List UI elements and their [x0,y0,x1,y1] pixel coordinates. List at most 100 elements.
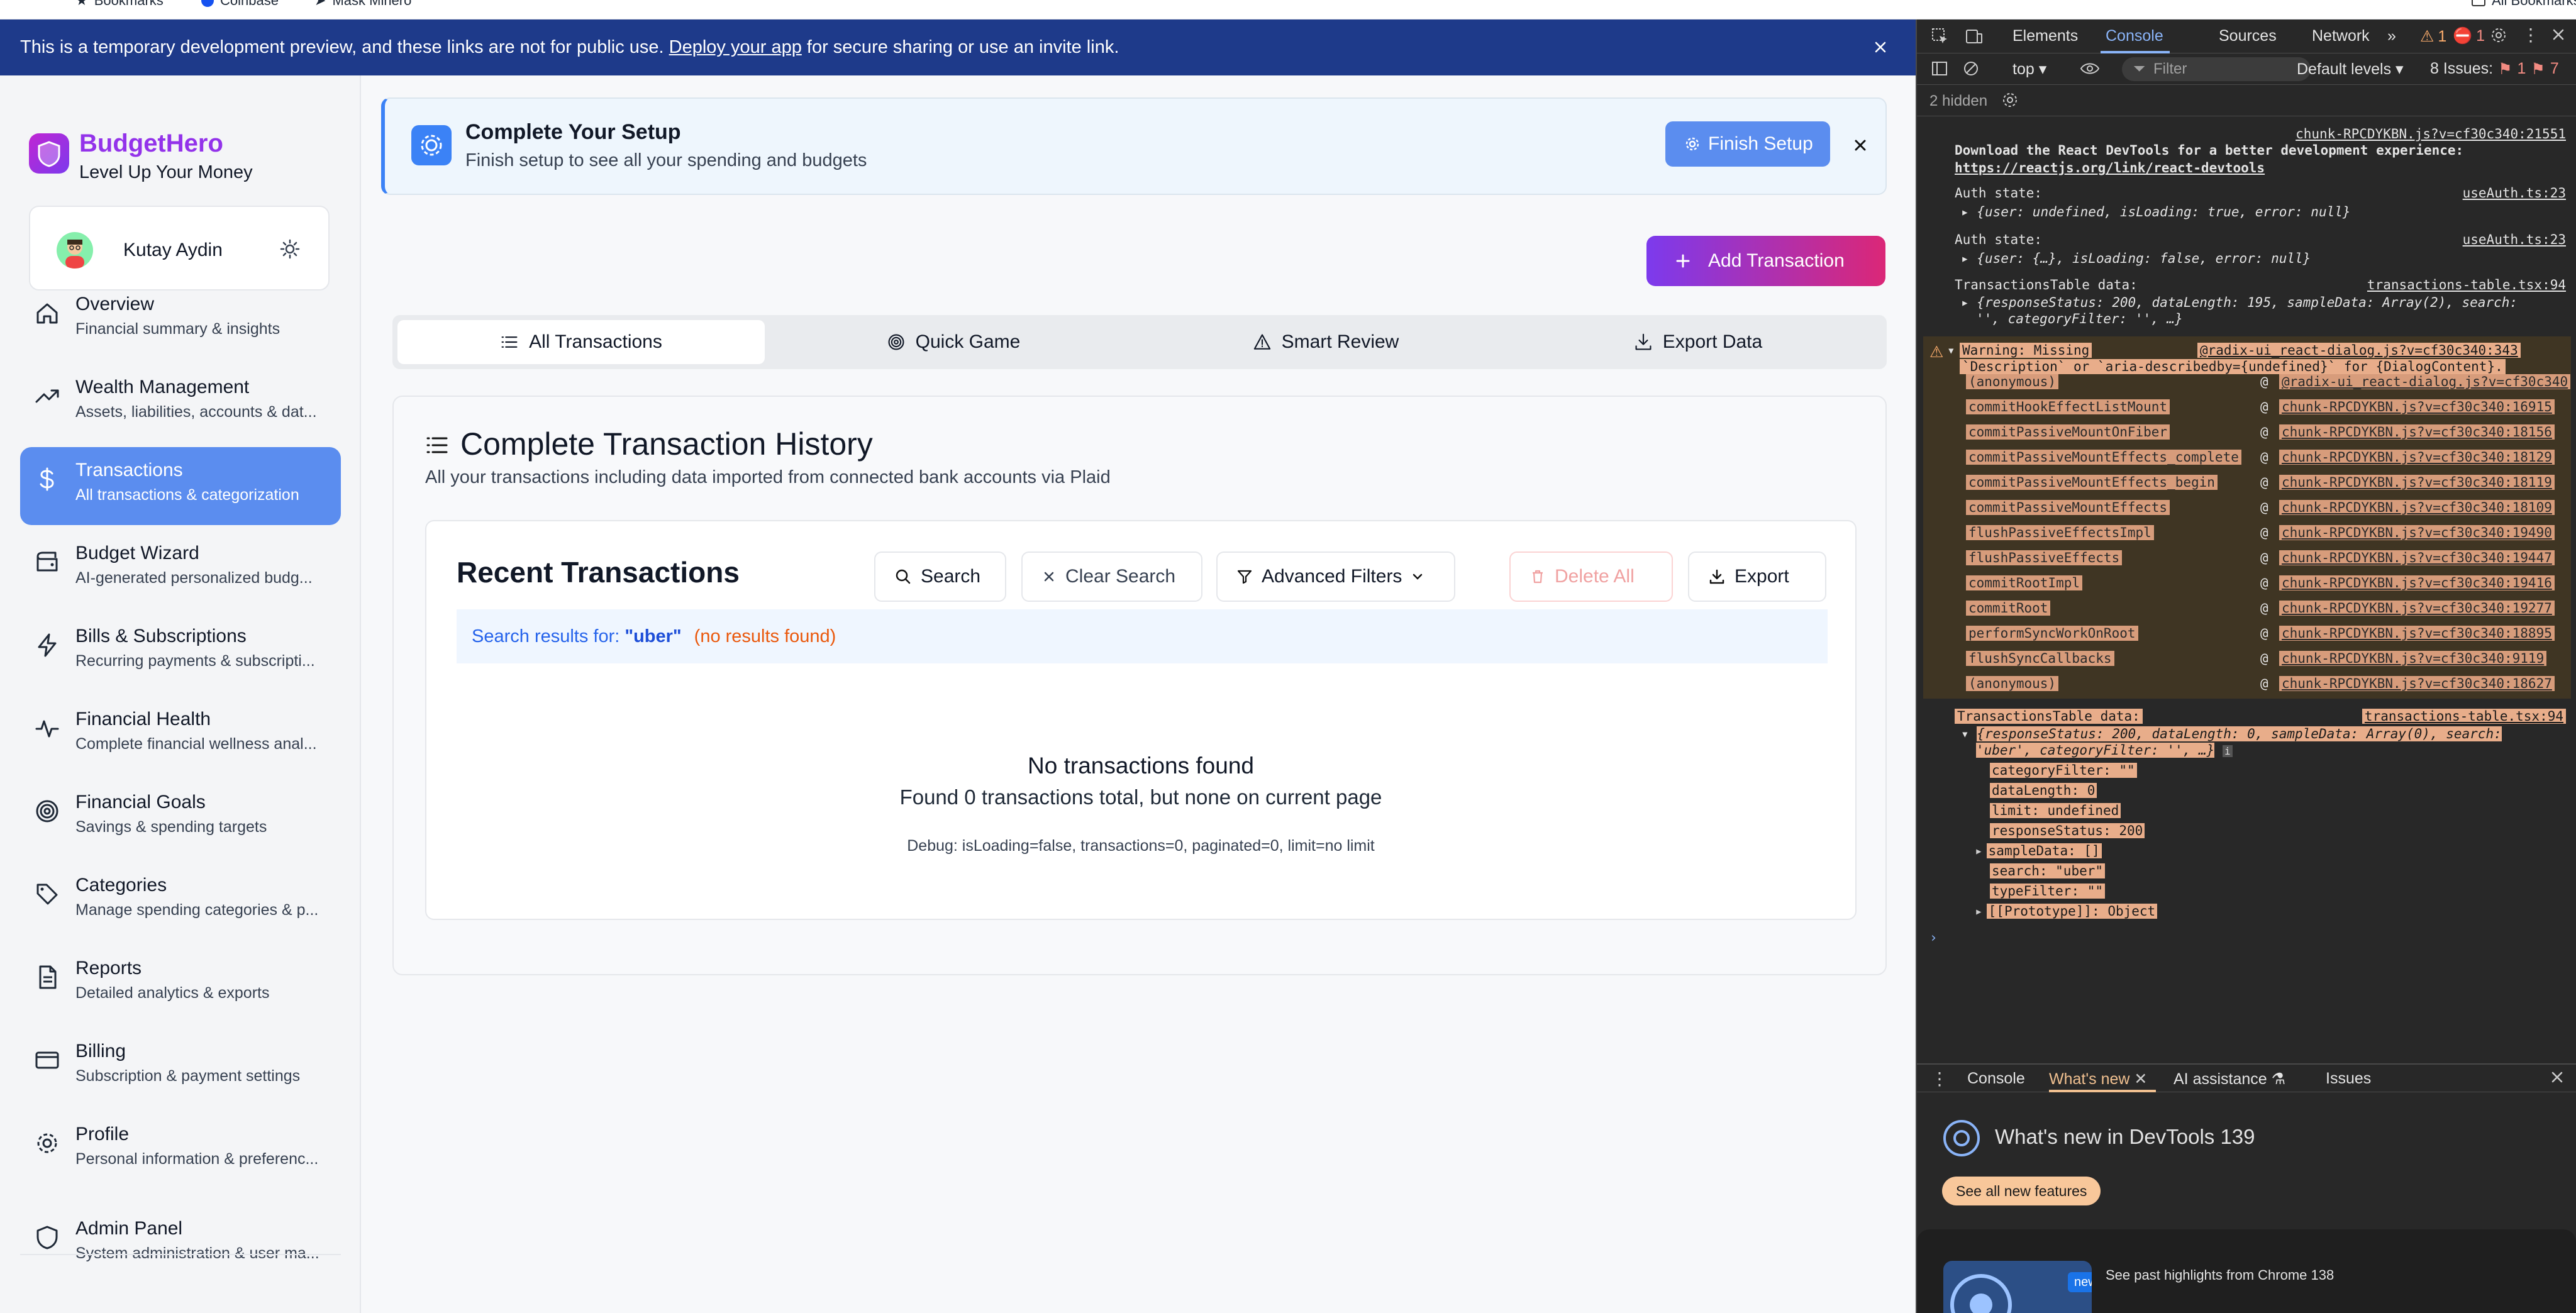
source-link[interactable]: chunk-RPCDYKBN.js?v=cf30c340:21551 [2296,126,2566,141]
log-levels-dropdown[interactable]: Default levels ▾ [2297,60,2404,79]
console-object[interactable]: ▾ {responseStatus: 200, dataLength: 0, s… [1961,726,2571,741]
close-icon[interactable] [1870,37,1890,57]
stack-frame-source[interactable]: chunk-RPCDYKBN.js?v=cf30c340:19416 [2279,575,2555,590]
console-filter-input[interactable]: ⏷ Filter [2122,57,2311,81]
object-property[interactable]: ▸ sampleData: [] [1975,843,2102,858]
sidebar-item-overview[interactable]: Overview Financial summary & insights [20,281,341,359]
bookmark-item[interactable]: Coinbase [201,0,279,9]
stack-frame-source[interactable]: chunk-RPCDYKBN.js?v=cf30c340:16915 [2279,399,2555,414]
source-link[interactable]: transactions-table.tsx:94 [2367,277,2566,292]
add-transaction-button[interactable]: Add Transaction [1646,236,1885,286]
highlight-card[interactable]: new See past highlights from Chrome 138 [1917,1229,2576,1313]
stack-frame-source[interactable]: chunk-RPCDYKBN.js?v=cf30c340:18129 [2279,450,2555,465]
close-icon[interactable] [2550,26,2567,43]
error-counter[interactable]: ⛔ 1 [2453,27,2485,45]
sidebar-item-bills-subscriptions[interactable]: Bills & Subscriptions Recurring payments … [20,613,341,691]
stack-frame-source[interactable]: chunk-RPCDYKBN.js?v=cf30c340:19490 [2279,525,2555,540]
console-prompt-icon[interactable]: › [1929,930,2540,945]
brand-name[interactable]: BudgetHero [79,130,223,158]
sidebar-item-label: Financial Goals [75,792,206,812]
bookmark-item[interactable]: ➤ Mask Minero [314,0,411,9]
sidebar-item-budget-wizard[interactable]: Budget Wizard AI-generated personalized b… [20,530,341,608]
console-object[interactable]: ▸ {user: {…}, isLoading: false, error: n… [1961,251,2571,266]
sidebar-item-financial-goals[interactable]: Financial Goals Savings & spending target… [20,779,341,857]
all-bookmarks[interactable]: All Bookmarks [2472,0,2576,9]
sidebar-item-admin-panel[interactable]: Admin Panel System administration & user … [20,1205,341,1283]
eye-icon[interactable] [2079,60,2101,77]
object-preview: {responseStatus: 200, dataLength: 195, s… [1977,295,2518,310]
console-object[interactable]: ▸ {user: undefined, isLoading: true, err… [1961,204,2571,219]
tab-export-data[interactable]: Export Data [1514,320,1882,364]
gear-icon[interactable] [2001,91,2019,109]
expand-arrow-icon: ▸ [1975,904,1983,919]
sun-icon[interactable] [279,238,301,260]
context-selector[interactable]: top ▾ [2012,60,2046,79]
advanced-filters-button[interactable]: Advanced Filters [1216,551,1455,602]
tab-smart-review[interactable]: Smart Review [1142,320,1509,364]
console-object[interactable]: ▸ {responseStatus: 200, dataLength: 195,… [1961,295,2571,310]
tab-elements[interactable]: Elements [2012,27,2078,45]
clear-console-icon[interactable] [1962,60,1980,77]
object-property[interactable]: ▸ [[Prototype]]: Object [1975,904,2158,919]
drawer-tab-issues[interactable]: Issues [2326,1070,2371,1088]
property-key: search [1992,863,2040,878]
source-link[interactable]: useAuth.ts:23 [2463,186,2566,201]
drawer-tab-whats-new[interactable]: What's new ✕ [2049,1070,2147,1089]
sidebar-item-billing[interactable]: Billing Subscription & payment settings [20,1028,341,1106]
device-toolbar-icon[interactable] [1965,27,1984,46]
stack-frame-source[interactable]: chunk-RPCDYKBN.js?v=cf30c340:19277 [2279,601,2555,616]
deploy-link[interactable]: Deploy your app [669,37,802,57]
stack-frame-source[interactable]: chunk-RPCDYKBN.js?v=cf30c340:19447 [2279,550,2555,565]
close-icon[interactable]: ✕ [2134,1070,2147,1088]
sidebar-item-profile[interactable]: Profile Personal information & preferenc.… [20,1111,341,1189]
sidebar-item-financial-health[interactable]: Financial Health Complete financial welln… [20,696,341,774]
tab-sources[interactable]: Sources [2219,27,2277,45]
search-button[interactable]: Search [874,551,1006,602]
react-devtools-link[interactable]: https://reactjs.org/link/react-devtools [1955,160,2565,175]
finish-setup-button[interactable]: Finish Setup [1665,121,1830,167]
warning-counter[interactable]: ⚠ 1 [2420,27,2446,46]
stack-frame-source[interactable]: @radix-ui_react-dialog.js?v=cf30c340 [2279,374,2571,389]
kebab-menu-icon[interactable]: ⋮ [2522,25,2540,45]
sidebar-item-categories[interactable]: Categories Manage spending categories & p… [20,862,341,940]
document-icon [34,964,60,990]
drawer-tab-ai-assistance[interactable]: AI assistance ⚗ [2174,1070,2285,1089]
stack-frame-source[interactable]: chunk-RPCDYKBN.js?v=cf30c340:18119 [2279,475,2555,490]
sidebar-item-transactions[interactable]: Transactions All transactions & categoriz… [20,447,341,525]
see-all-features-button[interactable]: See all new features [1942,1177,2101,1205]
sidebar-item-reports[interactable]: Reports Detailed analytics & exports [20,945,341,1023]
user-card[interactable]: Kutay Aydin [29,206,330,291]
inspect-icon[interactable] [1931,27,1950,46]
expand-arrow-icon[interactable]: ▾ [1947,343,1955,358]
close-icon[interactable] [1849,134,1872,157]
kebab-menu-icon[interactable]: ⋮ [1931,1068,1948,1089]
clear-search-button[interactable]: Clear Search [1021,551,1202,602]
stack-frame-source[interactable]: chunk-RPCDYKBN.js?v=cf30c340:9119 [2279,651,2547,666]
stack-frame-source[interactable]: chunk-RPCDYKBN.js?v=cf30c340:18627 [2279,676,2555,691]
tab-console[interactable]: Console [2106,27,2163,45]
more-tabs-icon[interactable]: » [2387,27,2396,45]
bookmark-item[interactable]: ★ Bookmarks [75,0,164,9]
apps-grid-icon[interactable] [8,0,21,6]
avatar[interactable] [57,232,93,269]
log-levels-label: Default levels [2297,60,2392,78]
delete-all-button[interactable]: Delete All [1509,551,1673,602]
tab-quick-game[interactable]: Quick Game [770,320,1137,364]
sidebar-item-wealth-management[interactable]: Wealth Management Assets, liabilities, ac… [20,364,341,442]
tab-network[interactable]: Network [2312,27,2370,45]
source-link[interactable]: useAuth.ts:23 [2463,232,2566,247]
drawer-tab-console[interactable]: Console [1967,1070,2025,1088]
stack-frame-source[interactable]: chunk-RPCDYKBN.js?v=cf30c340:18895 [2279,626,2555,641]
export-button[interactable]: Export [1688,551,1826,602]
stack-frame-source[interactable]: chunk-RPCDYKBN.js?v=cf30c340:18156 [2279,424,2555,440]
source-link[interactable]: @radix-ui_react-dialog.js?v=cf30c340:343 [2197,343,2521,358]
sidebar-toggle-icon[interactable] [1931,60,1948,77]
issues-button[interactable]: 8 Issues: ⚑ 1 ⚑ 7 [2430,60,2559,79]
stack-frame-source[interactable]: chunk-RPCDYKBN.js?v=cf30c340:18109 [2279,500,2555,515]
past-highlights-link[interactable]: See past highlights from Chrome 138 [2106,1267,2334,1283]
gear-icon[interactable] [2489,26,2508,45]
close-icon[interactable] [2548,1068,2566,1086]
source-link[interactable]: transactions-table.tsx:94 [2362,709,2566,724]
tab-all-transactions[interactable]: All Transactions [397,320,765,364]
sidebar-item-label: Financial Health [75,709,211,729]
